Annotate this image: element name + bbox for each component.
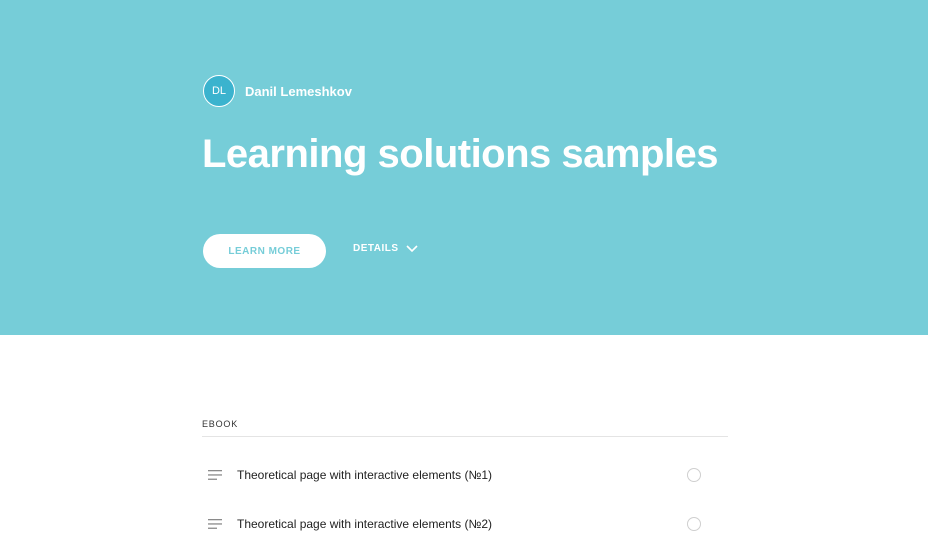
list-icon	[208, 519, 222, 529]
empty-circle-icon	[687, 517, 701, 531]
chevron-down-icon	[405, 244, 418, 252]
author[interactable]: DL Danil Lemeshkov	[203, 75, 352, 107]
avatar[interactable]: DL	[203, 75, 235, 107]
empty-circle-icon	[687, 468, 701, 482]
lesson-title: Theoretical page with interactive elemen…	[237, 468, 492, 482]
hero-banner: DL Danil Lemeshkov Learning solutions sa…	[0, 0, 928, 335]
section-divider	[202, 436, 728, 437]
lesson-item[interactable]: Theoretical page with interactive elemen…	[202, 460, 728, 490]
details-label: DETAILS	[353, 243, 399, 254]
author-name[interactable]: Danil Lemeshkov	[245, 84, 352, 99]
page-title: Learning solutions samples	[202, 132, 719, 176]
lesson-item[interactable]: Theoretical page with interactive elemen…	[202, 509, 728, 539]
lesson-title: Theoretical page with interactive elemen…	[237, 517, 492, 531]
details-toggle[interactable]: DETAILS	[353, 243, 418, 254]
section-label: EBOOK	[202, 419, 239, 429]
list-icon	[208, 470, 222, 480]
learn-more-button[interactable]: LEARN MORE	[203, 234, 326, 268]
